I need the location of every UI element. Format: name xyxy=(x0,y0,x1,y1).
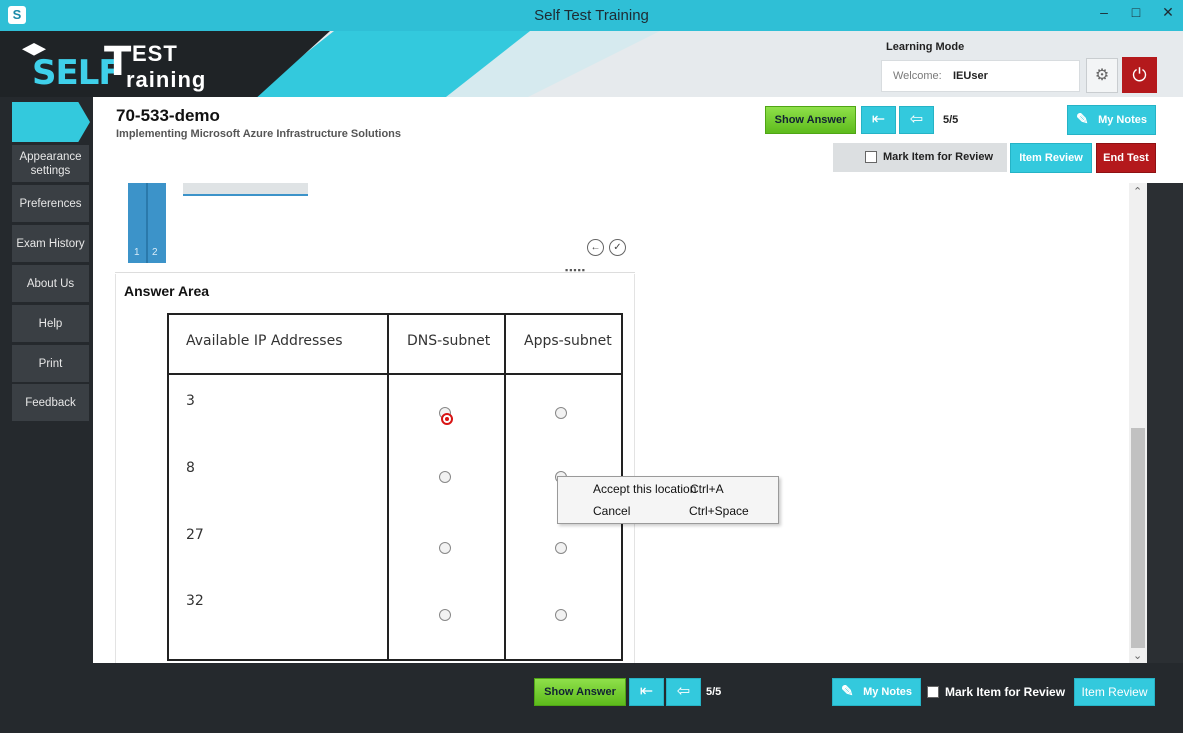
notes-icon: ✎ xyxy=(1076,111,1089,128)
power-button[interactable]: ⏻ xyxy=(1122,57,1157,93)
bottom-show-answer-button[interactable]: Show Answer xyxy=(534,678,626,706)
dns-radio[interactable] xyxy=(439,471,451,483)
answer-area-title: Answer Area xyxy=(124,283,210,299)
sidebar-item-exam-history[interactable]: Exam History xyxy=(12,225,89,263)
answer-grid: Available IP Addresses DNS-subnet Apps-s… xyxy=(167,313,623,661)
context-menu-item[interactable]: Cancel Ctrl+Space xyxy=(593,504,773,518)
sidebar-item-feedback[interactable]: Feedback xyxy=(12,384,89,422)
menu-item-shortcut: Ctrl+A xyxy=(690,482,724,496)
ip-value: 3 xyxy=(186,393,195,409)
sidebar: Appearance settings Preferences Exam His… xyxy=(0,97,93,733)
sidebar-item-print[interactable]: Print xyxy=(12,345,89,383)
sidebar-item-preferences[interactable]: Preferences xyxy=(12,185,89,223)
username: IEUser xyxy=(953,70,988,82)
bottom-mark-review-checkbox[interactable] xyxy=(927,686,939,698)
ip-value: 32 xyxy=(186,593,204,609)
sidebar-item-about[interactable]: About Us xyxy=(12,265,89,303)
end-test-button[interactable]: End Test xyxy=(1096,143,1156,173)
grid-divider xyxy=(387,315,389,659)
ip-value: 8 xyxy=(186,460,195,476)
dns-radio[interactable] xyxy=(439,609,451,621)
column-header: Available IP Addresses xyxy=(186,333,343,349)
welcome-label: Welcome: xyxy=(893,70,942,82)
context-menu: Accept this location Ctrl+A Cancel Ctrl+… xyxy=(557,476,779,524)
my-notes-label: My Notes xyxy=(1098,114,1147,126)
mark-review-checkbox[interactable] xyxy=(865,151,877,163)
apps-radio[interactable] xyxy=(555,542,567,554)
sidebar-item-appearance[interactable]: Appearance settings xyxy=(12,145,89,183)
column-header: DNS-subnet xyxy=(407,333,491,349)
previous-question-button[interactable]: ⇦ xyxy=(899,106,934,134)
menu-item-shortcut: Ctrl+Space xyxy=(689,504,749,518)
chevron-up-icon[interactable]: ⌃ xyxy=(1133,185,1142,198)
menu-item-label: Accept this location xyxy=(593,482,697,496)
apps-radio[interactable] xyxy=(555,609,567,621)
sidebar-item-help[interactable]: Help xyxy=(12,305,89,343)
content-scrollbar[interactable]: ⌃ ⌄ xyxy=(1129,183,1147,663)
grid-divider xyxy=(504,315,506,659)
dns-radio[interactable] xyxy=(439,542,451,554)
gear-icon: ⚙ xyxy=(1094,67,1110,84)
first-question-button[interactable]: ⇤ xyxy=(861,106,896,134)
first-arrow-icon: ⇤ xyxy=(871,111,886,128)
app-header: SELF T EST raining Learning Mode Welcome… xyxy=(0,31,1183,97)
thumbnail-number[interactable]: 2 xyxy=(152,247,158,258)
back-icon[interactable]: ← xyxy=(587,239,604,256)
exhibit-thumbnail xyxy=(183,183,308,196)
question-content: 1 2 ← ✓ ▪▪▪▪▪ Answer Area Available IP A… xyxy=(93,183,1147,663)
my-notes-button[interactable]: ✎ My Notes xyxy=(1067,105,1156,135)
exam-subtitle: Implementing Microsoft Azure Infrastruct… xyxy=(116,128,402,140)
sidebar-active-tab[interactable] xyxy=(12,102,90,142)
ip-value: 27 xyxy=(186,527,204,543)
left-arrow-icon: ⇦ xyxy=(909,111,924,128)
bottom-first-question-button[interactable]: ⇤ xyxy=(629,678,664,706)
bottom-my-notes-button[interactable]: ✎ My Notes xyxy=(832,678,921,706)
context-menu-item[interactable]: Accept this location Ctrl+A xyxy=(593,482,773,496)
mode-label: Learning Mode xyxy=(886,41,965,53)
thumbnail-number[interactable]: 1 xyxy=(134,247,140,258)
bottom-mark-review-label: Mark Item for Review xyxy=(945,685,1066,699)
strip-divider xyxy=(146,183,148,263)
grid-divider xyxy=(169,373,621,375)
maximize-button[interactable]: □ xyxy=(1127,4,1145,21)
question-counter: 5/5 xyxy=(943,114,959,126)
logo-est-text: EST xyxy=(132,41,178,66)
power-icon: ⏻ xyxy=(1132,65,1147,85)
exam-code: 70-533-demo xyxy=(116,106,220,125)
window-title: Self Test Training xyxy=(534,7,649,24)
window-title-bar: S Self Test Training – □ ✕ xyxy=(0,0,1183,31)
logo-raining-text: raining xyxy=(126,67,207,92)
column-header: Apps-subnet xyxy=(524,333,612,349)
left-arrow-icon: ⇦ xyxy=(676,683,691,700)
notes-icon: ✎ xyxy=(841,683,854,700)
chevron-down-icon[interactable]: ⌄ xyxy=(1133,649,1142,662)
thumbnail-strip: 1 2 xyxy=(128,183,166,263)
apps-radio[interactable] xyxy=(555,407,567,419)
dns-radio-selected-marker[interactable] xyxy=(441,413,453,425)
show-answer-button[interactable]: Show Answer xyxy=(765,106,856,134)
scrollbar-thumb[interactable] xyxy=(1131,428,1145,648)
window-controls: – □ ✕ xyxy=(1095,4,1177,21)
first-arrow-icon: ⇤ xyxy=(639,683,654,700)
settings-button[interactable]: ⚙ xyxy=(1086,58,1118,93)
mark-review-toggle[interactable]: Mark Item for Review xyxy=(833,143,1007,172)
bottom-question-counter: 5/5 xyxy=(706,686,722,698)
question-header: 70-533-demo Implementing Microsoft Azure… xyxy=(93,97,1183,183)
close-button[interactable]: ✕ xyxy=(1159,4,1177,21)
bottom-previous-question-button[interactable]: ⇦ xyxy=(666,678,701,706)
minimize-button[interactable]: – xyxy=(1095,4,1113,21)
item-review-button[interactable]: Item Review xyxy=(1010,143,1092,173)
mark-review-label: Mark Item for Review xyxy=(883,151,994,163)
bottom-item-review-button[interactable]: Item Review xyxy=(1074,678,1155,706)
menu-item-label: Cancel xyxy=(593,504,631,518)
my-notes-label: My Notes xyxy=(863,686,912,698)
welcome-box: Welcome: IEUser xyxy=(881,60,1080,92)
check-icon[interactable]: ✓ xyxy=(609,239,626,256)
